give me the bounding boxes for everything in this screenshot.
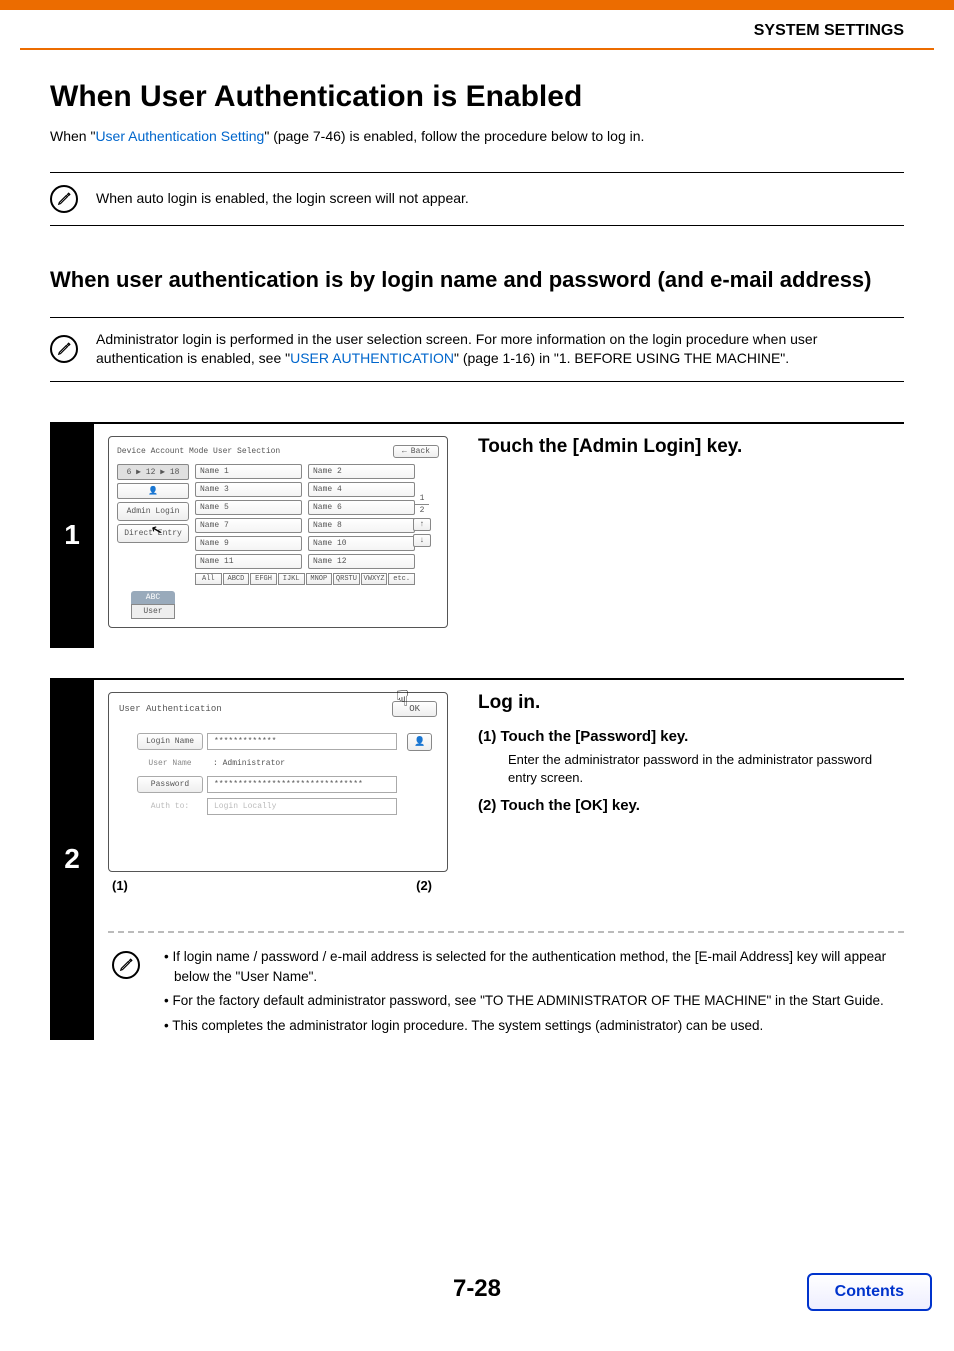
page-title: When User Authentication is Enabled [50, 80, 904, 114]
pencil-icon [112, 951, 140, 979]
user-name-label: User Name [137, 756, 203, 771]
scroll-up-button[interactable]: ↑ [413, 518, 431, 531]
step1-panel-image: Device Account Mode User Selection ← Bac… [108, 424, 448, 648]
pencil-icon [50, 185, 78, 213]
paging-indicator: 6 ▶ 12 ▶ 18 [117, 464, 189, 480]
password-value: ******************************* [207, 776, 397, 793]
person-icon-button[interactable]: 👤 [117, 483, 189, 499]
auth-panel-title: User Authentication [119, 704, 222, 714]
filter-tab[interactable]: ABCD [223, 573, 250, 585]
user-name-cell[interactable]: Name 6 [308, 500, 415, 515]
user-name-cell[interactable]: Name 11 [195, 554, 302, 569]
top-stripe [0, 0, 954, 10]
note-bullet: If login name / password / e-mail addres… [164, 947, 900, 988]
panel-title: Device Account Mode User Selection [117, 447, 280, 456]
person-select-button[interactable]: 👤 [407, 733, 432, 751]
step2-sub1-text: Enter the administrator password in the … [478, 751, 904, 787]
step1-heading: Touch the [Admin Login] key. [478, 436, 904, 458]
back-button[interactable]: ← Back [393, 445, 439, 458]
note2-suffix: " (page 1-16) in "1. BEFORE USING THE MA… [454, 350, 789, 366]
filter-tab[interactable]: EFGH [250, 573, 277, 585]
step-number: 2 [50, 678, 94, 1040]
user-name-cell[interactable]: Name 12 [308, 554, 415, 569]
filter-tab[interactable]: IJKL [278, 573, 305, 585]
step2-sub2-label: (2) Touch the [OK] key. [478, 797, 904, 814]
divider [415, 504, 429, 505]
note-block-autologin: When auto login is enabled, the login sc… [50, 172, 904, 226]
header-area: SYSTEM SETTINGS [20, 10, 934, 50]
user-name-cell[interactable]: Name 4 [308, 482, 415, 497]
note-text: When auto login is enabled, the login sc… [96, 189, 469, 209]
note-bullet: For the factory default administrator pa… [164, 991, 900, 1011]
filter-tab[interactable]: etc. [388, 573, 415, 585]
header-section-title: SYSTEM SETTINGS [754, 22, 904, 39]
step-1: 1 Device Account Mode User Selection ← B… [50, 422, 904, 648]
abc-tab[interactable]: ABC [131, 591, 175, 604]
user-authentication-link[interactable]: USER AUTHENTICATION [290, 350, 454, 366]
scroll-down-button[interactable]: ↓ [413, 534, 431, 547]
intro-paragraph: When "User Authentication Setting" (page… [50, 128, 904, 144]
filter-tab[interactable]: VWXYZ [361, 573, 388, 585]
step2-heading: Log in. [478, 692, 904, 714]
step-number: 1 [50, 422, 94, 648]
note-bullet: This completes the administrator login p… [164, 1016, 900, 1036]
step2-notes: If login name / password / e-mail addres… [108, 947, 904, 1040]
callout-2: (2) [416, 878, 432, 893]
hand-pointer-icon: ☟ [396, 687, 409, 713]
page-indicator-2: 2 [413, 506, 431, 515]
contents-button[interactable]: Contents [807, 1273, 932, 1311]
user-name-cell[interactable]: Name 7 [195, 518, 302, 533]
filter-tab[interactable]: All [195, 573, 222, 585]
note-block-adminlogin: Administrator login is performed in the … [50, 317, 904, 382]
user-name-value: : Administrator [207, 756, 397, 771]
user-name-cell[interactable]: Name 1 [195, 464, 302, 479]
pencil-icon [50, 335, 78, 363]
auth-to-label: Auth to: [137, 799, 203, 814]
user-auth-setting-link[interactable]: User Authentication Setting [95, 128, 264, 144]
user-name-cell[interactable]: Name 10 [308, 536, 415, 551]
password-label[interactable]: Password [137, 776, 203, 793]
user-name-cell[interactable]: Name 8 [308, 518, 415, 533]
step-2: 2 ☟ User Authentication OK Login Name **… [50, 678, 904, 1040]
dashed-separator [108, 931, 904, 933]
subsection-title: When user authentication is by login nam… [50, 266, 904, 295]
intro-suffix: " (page 7-46) is enabled, follow the pro… [264, 128, 644, 144]
user-name-cell[interactable]: Name 2 [308, 464, 415, 479]
intro-prefix: When " [50, 128, 95, 144]
user-tab[interactable]: User [131, 604, 175, 619]
user-name-cell[interactable]: Name 3 [195, 482, 302, 497]
auth-to-value: Login Locally [207, 798, 397, 815]
filter-tab[interactable]: MNOP [306, 573, 333, 585]
user-name-cell[interactable]: Name 5 [195, 500, 302, 515]
filter-tab[interactable]: QRSTU [333, 573, 360, 585]
note-text: Administrator login is performed in the … [96, 330, 904, 369]
login-name-value: ************* [207, 733, 397, 750]
back-arrow-icon: ← [402, 447, 407, 456]
step2-panel-image: ☟ User Authentication OK Login Name ****… [108, 680, 448, 913]
page-indicator-1: 1 [413, 494, 431, 503]
back-label: Back [411, 447, 430, 456]
step2-sub1-label: (1) Touch the [Password] key. [478, 728, 904, 745]
login-name-label[interactable]: Login Name [137, 733, 203, 750]
user-name-cell[interactable]: Name 9 [195, 536, 302, 551]
callout-1: (1) [112, 878, 128, 893]
